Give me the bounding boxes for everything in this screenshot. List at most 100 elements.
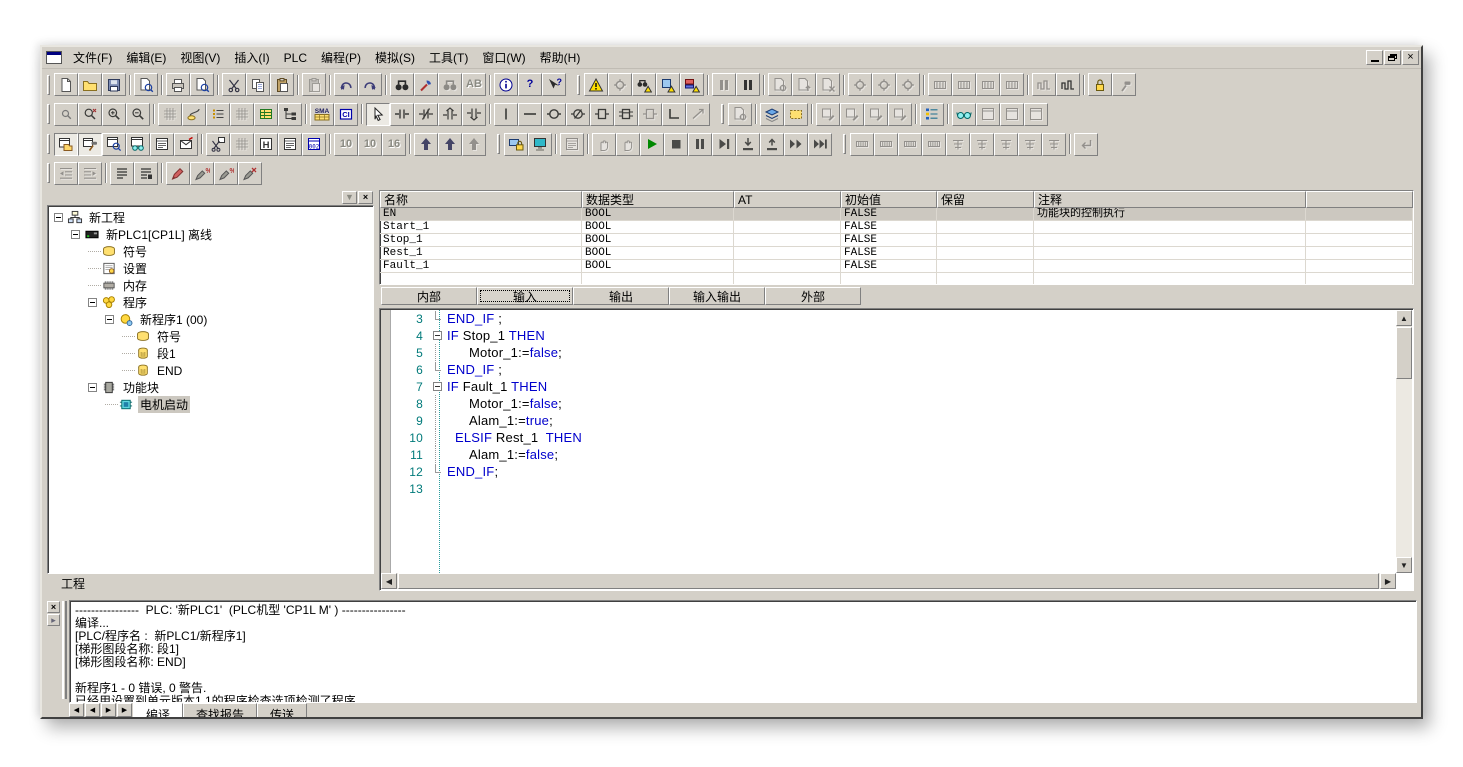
change-all-button[interactable]: AB (462, 73, 486, 96)
invert-button[interactable] (686, 103, 710, 126)
replace-button[interactable] (414, 73, 438, 96)
column-header[interactable]: AT (734, 191, 841, 208)
run-button[interactable] (640, 133, 664, 156)
contact-nc-button[interactable] (414, 103, 438, 126)
mdi-document-icon[interactable] (46, 51, 62, 64)
tree-item-label[interactable]: 新PLC1[CP1L] 离线 (104, 226, 214, 243)
symbol-table-button[interactable] (254, 103, 278, 126)
menu-文件[interactable]: 文件(F) (66, 49, 119, 68)
tree-item[interactable]: 功能块 (48, 379, 373, 396)
close-button[interactable]: × (1402, 50, 1419, 65)
fold-column[interactable] (433, 344, 447, 361)
protect-button[interactable] (1088, 73, 1112, 96)
properties-button[interactable] (494, 73, 518, 96)
zoom-out-button[interactable] (126, 103, 150, 126)
vertical-scroll-thumb[interactable] (1396, 327, 1412, 379)
cross-ref-window-button[interactable] (126, 133, 150, 156)
output-scroll-prev-button[interactable]: ◀ (85, 703, 100, 717)
minimize-button[interactable] (1366, 50, 1383, 65)
code-line[interactable]: 13 (391, 480, 1396, 497)
pause-2-button[interactable] (616, 133, 640, 156)
dialog-1-button[interactable] (976, 103, 1000, 126)
tree-item[interactable]: 设置 (48, 260, 373, 277)
redo-button[interactable] (358, 73, 382, 96)
tab-内部[interactable]: 内部 (381, 287, 477, 305)
workspace-window-button[interactable] (54, 133, 78, 156)
fold-column[interactable] (433, 463, 447, 480)
watch-glasses-button[interactable] (952, 103, 976, 126)
menu-视图[interactable]: 视图(V) (173, 49, 227, 68)
pause-1-button[interactable] (592, 133, 616, 156)
tree-item-label[interactable]: 新程序1 (00) (138, 311, 209, 328)
new-button[interactable] (54, 73, 78, 96)
tree-expand-box[interactable] (88, 298, 97, 307)
output-expand-button[interactable]: ▸ (47, 614, 60, 626)
code-line[interactable]: 10ELSIF Rest_1 THEN (391, 429, 1396, 446)
step-out-button[interactable] (760, 133, 784, 156)
table-2-button[interactable] (970, 133, 994, 156)
horizontal-scroll-thumb[interactable] (398, 573, 1379, 589)
show-ci-button[interactable]: CI (334, 103, 358, 126)
scroll-right-button[interactable]: ▶ (1380, 573, 1396, 589)
return-button[interactable] (1074, 133, 1098, 156)
toolbar-grip[interactable] (843, 134, 846, 154)
rack-3-button[interactable] (976, 73, 1000, 96)
step-in-button[interactable] (736, 133, 760, 156)
contact-down-button[interactable] (462, 103, 486, 126)
cut-button[interactable] (222, 73, 246, 96)
pause-monitor-button[interactable] (736, 73, 760, 96)
tab-外部[interactable]: 外部 (765, 287, 861, 305)
tree-item-label[interactable]: 新工程 (87, 209, 127, 226)
decimal-10b-button[interactable]: 10 (358, 133, 382, 156)
horizontal-line-button[interactable] (518, 103, 542, 126)
table-row[interactable]: ENBOOLFALSE功能块的控制执行 (380, 208, 1413, 221)
edit-rung-button[interactable] (840, 103, 864, 126)
tree-item[interactable]: 电机启动 (48, 396, 373, 413)
fold-collapse-icon[interactable] (433, 382, 442, 391)
menu-编辑[interactable]: 编辑(E) (119, 49, 173, 68)
column-header[interactable]: 数据类型 (582, 191, 734, 208)
copy-error-button[interactable] (656, 73, 680, 96)
edit-pen-button[interactable] (166, 162, 190, 185)
rung-list-button[interactable] (206, 103, 230, 126)
toolbar-grip[interactable] (721, 104, 724, 124)
tree-item[interactable]: END (48, 362, 373, 379)
code-line[interactable]: 11Alam_1:=false; (391, 446, 1396, 463)
hex-16-button[interactable]: 16 (382, 133, 406, 156)
fold-column[interactable] (433, 327, 447, 344)
st-editor[interactable]: 3END_IF ;4IF Stop_1 THEN5Motor_1:=false;… (379, 308, 1414, 591)
output-window-button[interactable] (78, 133, 102, 156)
edit-symbol-button[interactable] (864, 103, 888, 126)
table-5-button[interactable] (1042, 133, 1066, 156)
tree-item[interactable]: 符号 (48, 243, 373, 260)
table-row[interactable]: Fault_1BOOLFALSE (380, 260, 1413, 273)
rung-shade-button[interactable] (784, 103, 808, 126)
tree-expand-box[interactable] (88, 383, 97, 392)
fold-column[interactable] (433, 446, 447, 463)
hex-window-button[interactable]: H (254, 133, 278, 156)
dialog-2-button[interactable] (1000, 103, 1024, 126)
rung-comment-button[interactable] (182, 103, 206, 126)
output-tab-传送[interactable]: 传送 (257, 703, 307, 717)
local-window-button[interactable] (150, 133, 174, 156)
tab-输出[interactable]: 输出 (573, 287, 669, 305)
print-button[interactable] (166, 73, 190, 96)
edit-comment-button[interactable] (816, 103, 840, 126)
print-preview-button[interactable] (190, 73, 214, 96)
toolbar-grip[interactable] (577, 75, 580, 95)
tab-输入[interactable]: 输入 (477, 287, 573, 305)
fold-column[interactable] (433, 480, 447, 497)
layers-button[interactable] (760, 103, 784, 126)
output-scroll-first-button[interactable]: ◀ (69, 703, 84, 717)
pen-percent-1-button[interactable]: % (190, 162, 214, 185)
help-button[interactable]: ? (518, 73, 542, 96)
fold-column[interactable] (433, 378, 447, 395)
zoom-in-button[interactable] (102, 103, 126, 126)
mem-4-button[interactable] (922, 133, 946, 156)
mem-1-button[interactable] (850, 133, 874, 156)
fold-collapse-icon[interactable] (433, 331, 442, 340)
tree-item-label[interactable]: 电机启动 (138, 396, 190, 413)
table-3-button[interactable] (994, 133, 1018, 156)
rack-4-button[interactable] (1000, 73, 1024, 96)
fold-column[interactable] (433, 395, 447, 412)
